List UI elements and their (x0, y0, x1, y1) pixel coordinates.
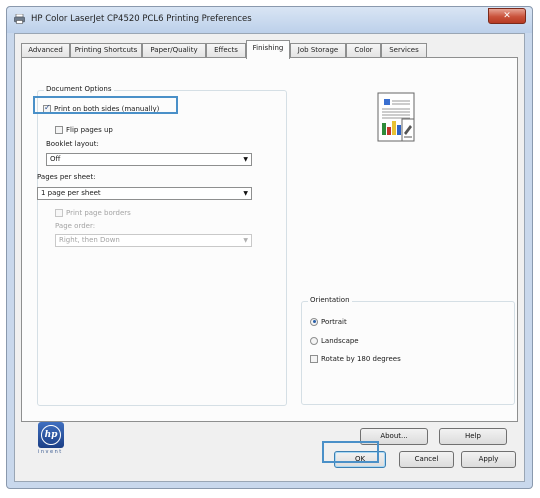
booklet-layout-select[interactable]: Off ▼ (46, 153, 252, 166)
rotate-180-row[interactable]: Rotate by 180 degrees (310, 354, 401, 365)
print-both-sides-row[interactable]: Print on both sides (manually) (43, 103, 160, 115)
printer-icon (14, 14, 25, 24)
flip-pages-up-checkbox[interactable] (55, 125, 63, 134)
portrait-row[interactable]: Portrait (310, 317, 347, 328)
chevron-down-icon: ▼ (243, 156, 248, 163)
tab-effects[interactable]: Effects (206, 43, 246, 58)
tab-paper-quality[interactable]: Paper/Quality (142, 43, 206, 58)
print-both-sides-checkbox[interactable] (43, 103, 51, 113)
finishing-panel: Document Options Print on both sides (ma… (21, 57, 518, 422)
flip-pages-up-row[interactable]: Flip pages up (55, 125, 113, 136)
page-order-value: Right, then Down (59, 236, 120, 244)
document-options-title: Document Options (44, 85, 114, 93)
about-button[interactable]: About... (360, 428, 428, 445)
print-page-borders-row[interactable]: Print page borders (55, 208, 131, 219)
document-options-group: Document Options (37, 85, 287, 406)
tab-color[interactable]: Color (346, 43, 381, 58)
orientation-title: Orientation (308, 296, 352, 304)
tab-services[interactable]: Services (381, 43, 427, 58)
tab-advanced[interactable]: Advanced (21, 43, 70, 58)
ok-button[interactable]: OK (334, 451, 386, 468)
hp-logo-mark: hp (41, 425, 61, 445)
hp-tagline: invent (38, 449, 63, 455)
landscape-label: Landscape (321, 336, 359, 345)
page-order-label: Page order: (55, 222, 96, 230)
print-page-borders-checkbox[interactable] (55, 208, 63, 217)
portrait-radio[interactable] (310, 317, 318, 326)
rotate-180-label: Rotate by 180 degrees (321, 354, 401, 363)
close-icon: ✕ (503, 11, 511, 21)
pages-per-sheet-value: 1 page per sheet (41, 189, 101, 197)
page-order-select[interactable]: Right, then Down ▼ (55, 234, 252, 247)
flip-pages-up-label: Flip pages up (66, 125, 113, 134)
pages-per-sheet-select[interactable]: 1 page per sheet ▼ (37, 187, 252, 200)
booklet-layout-label: Booklet layout: (46, 140, 99, 148)
portrait-label: Portrait (321, 317, 347, 326)
booklet-layout-value: Off (50, 155, 61, 163)
title-bar[interactable]: HP Color LaserJet CP4520 PCL6 Printing P… (7, 7, 532, 33)
rotate-180-checkbox[interactable] (310, 354, 318, 363)
close-button[interactable]: ✕ (488, 8, 526, 24)
document-preview-icon (377, 92, 415, 142)
tab-job-storage[interactable]: Job Storage (290, 43, 346, 58)
dialog-client-area: Advanced Printing Shortcuts Paper/Qualit… (14, 33, 525, 482)
chevron-down-icon: ▼ (243, 237, 248, 244)
window-title: HP Color LaserJet CP4520 PCL6 Printing P… (31, 14, 252, 24)
pages-per-sheet-label: Pages per sheet: (37, 173, 96, 181)
tab-finishing[interactable]: Finishing (246, 40, 290, 59)
apply-button[interactable]: Apply (461, 451, 516, 468)
tab-printing-shortcuts[interactable]: Printing Shortcuts (70, 43, 142, 58)
print-page-borders-label: Print page borders (66, 208, 131, 217)
hp-logo: hp (38, 422, 64, 448)
print-both-sides-label: Print on both sides (manually) (54, 104, 160, 113)
help-button[interactable]: Help (439, 428, 507, 445)
landscape-row[interactable]: Landscape (310, 336, 359, 347)
chevron-down-icon: ▼ (243, 190, 248, 197)
cancel-button[interactable]: Cancel (399, 451, 454, 468)
printing-preferences-window: HP Color LaserJet CP4520 PCL6 Printing P… (6, 6, 533, 489)
landscape-radio[interactable] (310, 336, 318, 345)
